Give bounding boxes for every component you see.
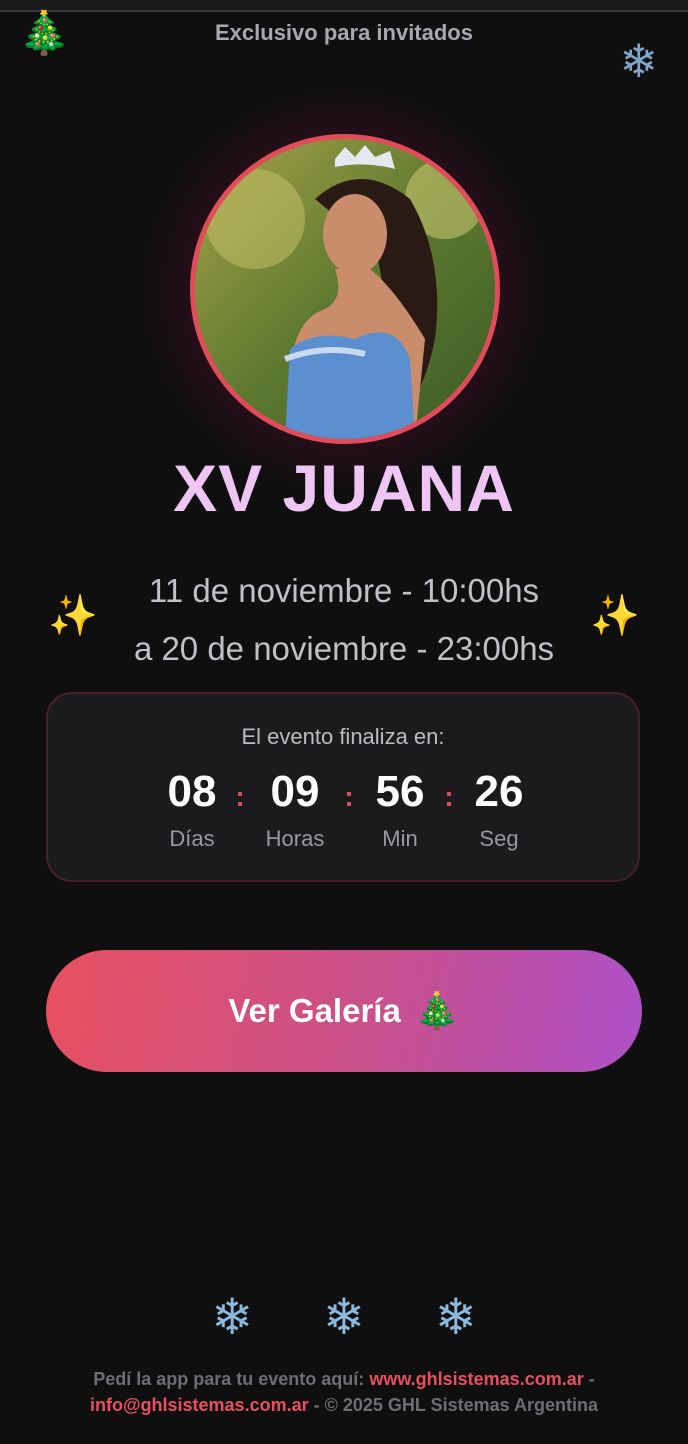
footer-text: Pedí la app para tu evento aquí:: [93, 1369, 365, 1389]
event-dates: 11 de noviembre - 10:00hs a 20 de noviem…: [0, 562, 688, 678]
countdown-title: El evento finaliza en:: [241, 724, 445, 749]
hours-label: Horas: [265, 826, 325, 851]
hours-value: 09: [270, 767, 320, 816]
snowflake-icon: ❄: [619, 35, 658, 87]
view-gallery-label: Ver Galería: [228, 992, 401, 1029]
header-label: Exclusivo para invitados: [215, 20, 473, 45]
seconds-value: 26: [474, 767, 524, 816]
avatar-photo: [195, 139, 495, 439]
seconds-label: Seg: [479, 826, 519, 851]
days-label: Días: [169, 826, 215, 851]
countdown-days: 08 Días: [142, 766, 242, 852]
event-title: XV JUANA: [173, 451, 515, 525]
view-gallery-button[interactable]: Ver Galería 🎄: [46, 950, 642, 1072]
countdown-separator: :: [235, 781, 245, 812]
email-link[interactable]: info@ghlsistemas.com.ar: [90, 1395, 309, 1415]
snowflake-icon: ❄: [211, 1289, 254, 1345]
website-link[interactable]: www.ghlsistemas.com.ar: [369, 1369, 583, 1389]
days-value: 08: [167, 767, 217, 816]
copyright-text: - © 2025 GHL Sistemas Argentina: [313, 1395, 598, 1415]
top-divider: [0, 0, 688, 12]
countdown-minutes: 56 Min: [350, 766, 450, 852]
countdown-hours: 09 Horas: [245, 766, 345, 852]
minutes-value: 56: [375, 767, 425, 816]
footer: Pedí la app para tu evento aquí: www.ghl…: [30, 1366, 658, 1418]
date-line-end: a 20 de noviembre - 23:00hs: [133, 630, 555, 667]
minutes-label: Min: [382, 826, 418, 851]
christmas-tree-icon: 🎄: [414, 990, 460, 1031]
invitation-page: 🎄 Exclusivo para invitados ❄ XV JUANA ✨ …: [0, 0, 688, 1444]
avatar: [190, 134, 500, 444]
snowflake-row: ❄ ❄ ❄: [0, 1288, 688, 1346]
sparkles-icon: ✨: [590, 594, 640, 638]
countdown-panel: El evento finaliza en: 08 Días : 09 Hora…: [46, 692, 640, 882]
snowflake-icon: ❄: [434, 1289, 477, 1345]
snowflake-icon: ❄: [323, 1289, 365, 1345]
countdown-seconds: 26 Seg: [449, 766, 549, 852]
footer-dash: -: [588, 1369, 595, 1389]
date-line-start: 11 de noviembre - 10:00hs: [148, 572, 540, 609]
